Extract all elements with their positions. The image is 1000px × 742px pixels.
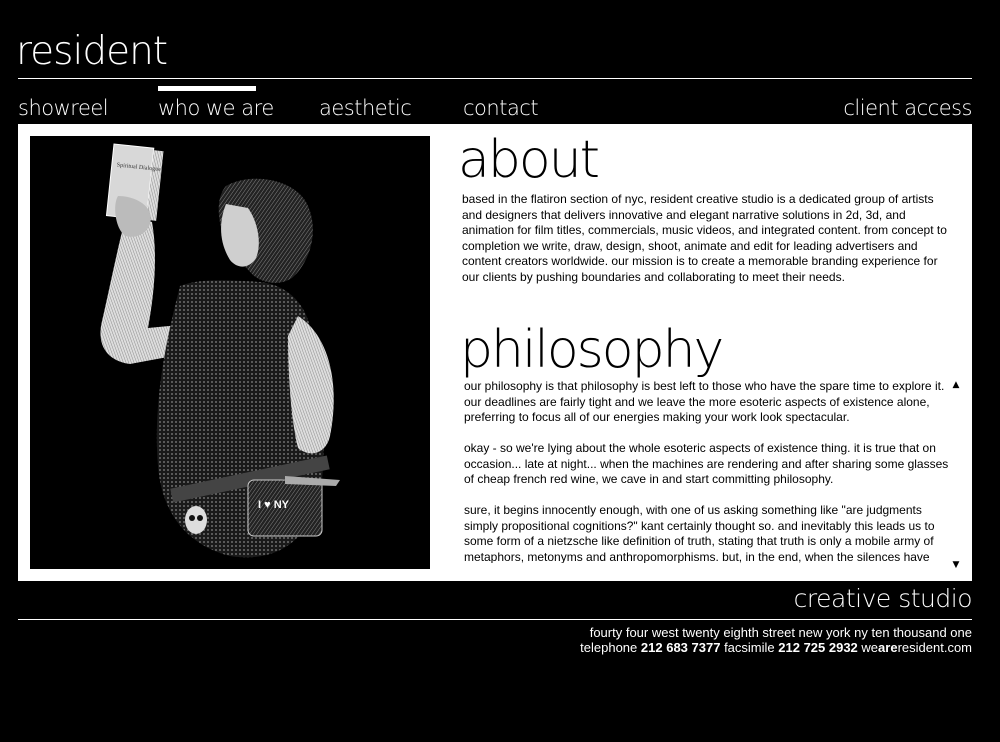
footer-contact: fourty four west twenty eighth street ne…: [580, 625, 972, 655]
nav-aesthetic[interactable]: aesthetic: [319, 96, 412, 120]
email-link[interactable]: weareresident.com: [861, 640, 972, 655]
engraving-illustration: Spiritual Dialogue I ♥ NY: [30, 136, 430, 569]
telephone-number: 212 683 7377: [640, 640, 721, 655]
scroll-up-icon[interactable]: ▲: [950, 380, 962, 390]
nav-showreel[interactable]: showreel: [18, 96, 109, 120]
header-divider: [18, 78, 972, 79]
nav-who-we-are[interactable]: who we are: [158, 96, 274, 120]
philosophy-heading: philosophy: [460, 320, 724, 380]
footer-divider: [18, 619, 972, 620]
tagline: creative studio: [793, 584, 973, 613]
active-tab-indicator: [158, 86, 256, 91]
nav-client-access[interactable]: client access: [843, 96, 972, 120]
site-logo[interactable]: resident: [16, 28, 168, 76]
philosophy-paragraph: our philosophy is that philosophy is bes…: [464, 379, 945, 424]
footer-phone-line: telephone 212 683 7377 facsimile 212 725…: [580, 640, 972, 655]
about-text: based in the flatiron section of nyc, re…: [462, 192, 947, 284]
about-heading: about: [458, 130, 600, 190]
philosophy-paragraph: okay - so we're lying about the whole es…: [464, 441, 949, 486]
telephone-label: telephone: [580, 640, 638, 655]
philosophy-paragraph: sure, it begins innocently enough, with …: [464, 503, 935, 563]
content-panel: Spiritual Dialogue I ♥ NY about based in…: [18, 124, 972, 581]
footer-address: fourty four west twenty eighth street ne…: [589, 625, 972, 640]
nav-contact[interactable]: contact: [463, 96, 539, 120]
fax-label: facsimile: [724, 640, 775, 655]
scroll-down-icon[interactable]: ▼: [950, 560, 962, 570]
philosophy-scroll-area[interactable]: our philosophy is that philosophy is bes…: [464, 379, 949, 563]
man-with-book-illustration: Spiritual Dialogue I ♥ NY: [100, 143, 340, 558]
bag-text: I ♥ NY: [258, 499, 290, 511]
main-nav: showreel who we are aesthetic contact cl…: [0, 84, 1000, 124]
fax-number: 212 725 2932: [778, 640, 858, 655]
